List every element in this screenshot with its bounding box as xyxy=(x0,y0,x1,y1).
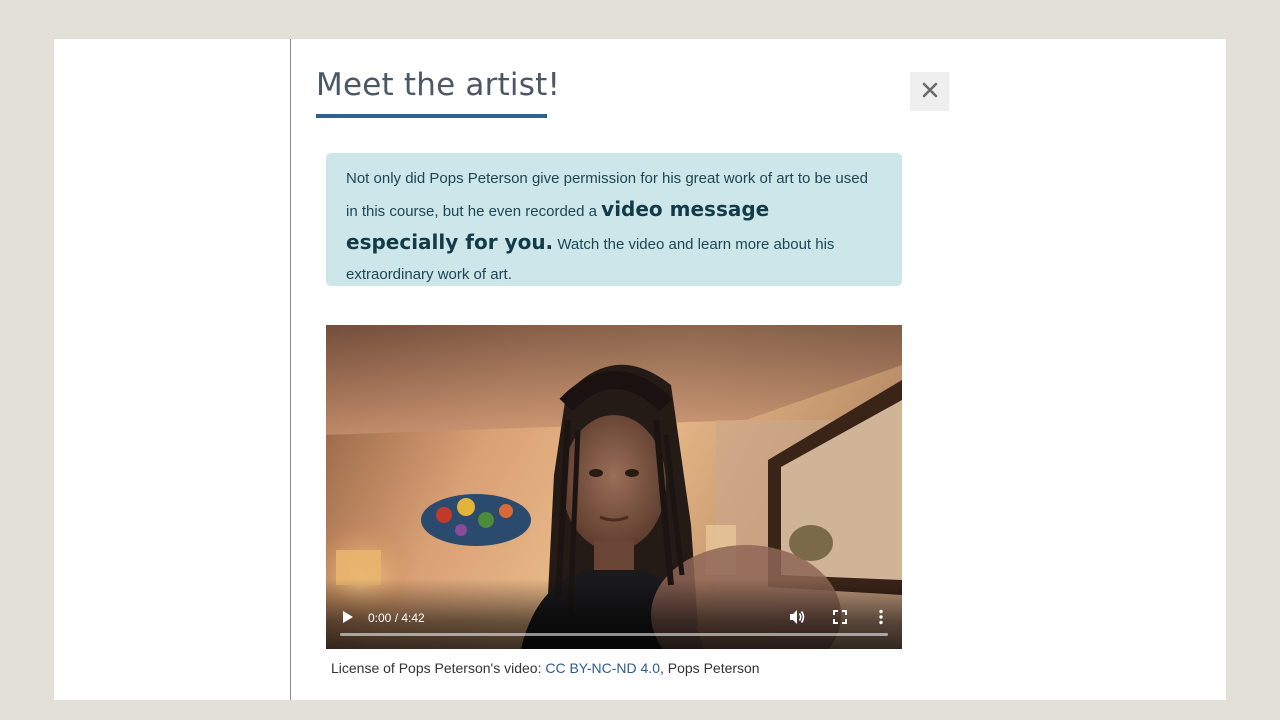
close-icon xyxy=(922,82,938,101)
play-icon xyxy=(342,611,354,627)
info-callout: Not only did Pops Peterson give permissi… xyxy=(326,153,902,286)
play-button[interactable] xyxy=(342,610,354,627)
content-frame: Meet the artist! Not only did Pops Peter… xyxy=(54,39,1226,700)
license-caption: License of Pops Peterson's video: CC BY-… xyxy=(331,660,760,676)
title-underline xyxy=(316,114,547,118)
time-display: 0:00 / 4:42 xyxy=(368,611,425,625)
license-suffix: , Pops Peterson xyxy=(659,660,760,676)
license-prefix: License of Pops Peterson's video: xyxy=(331,660,546,676)
volume-button[interactable] xyxy=(789,609,805,628)
close-button[interactable] xyxy=(910,72,949,111)
fullscreen-icon xyxy=(833,610,847,627)
video-player[interactable]: 0:00 / 4:42 xyxy=(326,325,902,649)
license-link[interactable]: CC BY-NC-ND 4.0 xyxy=(545,660,660,676)
video-controls: 0:00 / 4:42 xyxy=(326,579,902,649)
fullscreen-button[interactable] xyxy=(833,610,847,627)
more-options-icon xyxy=(878,609,884,628)
more-options-button[interactable] xyxy=(878,609,884,628)
progress-bar[interactable] xyxy=(340,633,888,636)
panel-title: Meet the artist! xyxy=(316,67,561,103)
left-divider xyxy=(290,39,291,700)
volume-icon xyxy=(789,610,805,628)
